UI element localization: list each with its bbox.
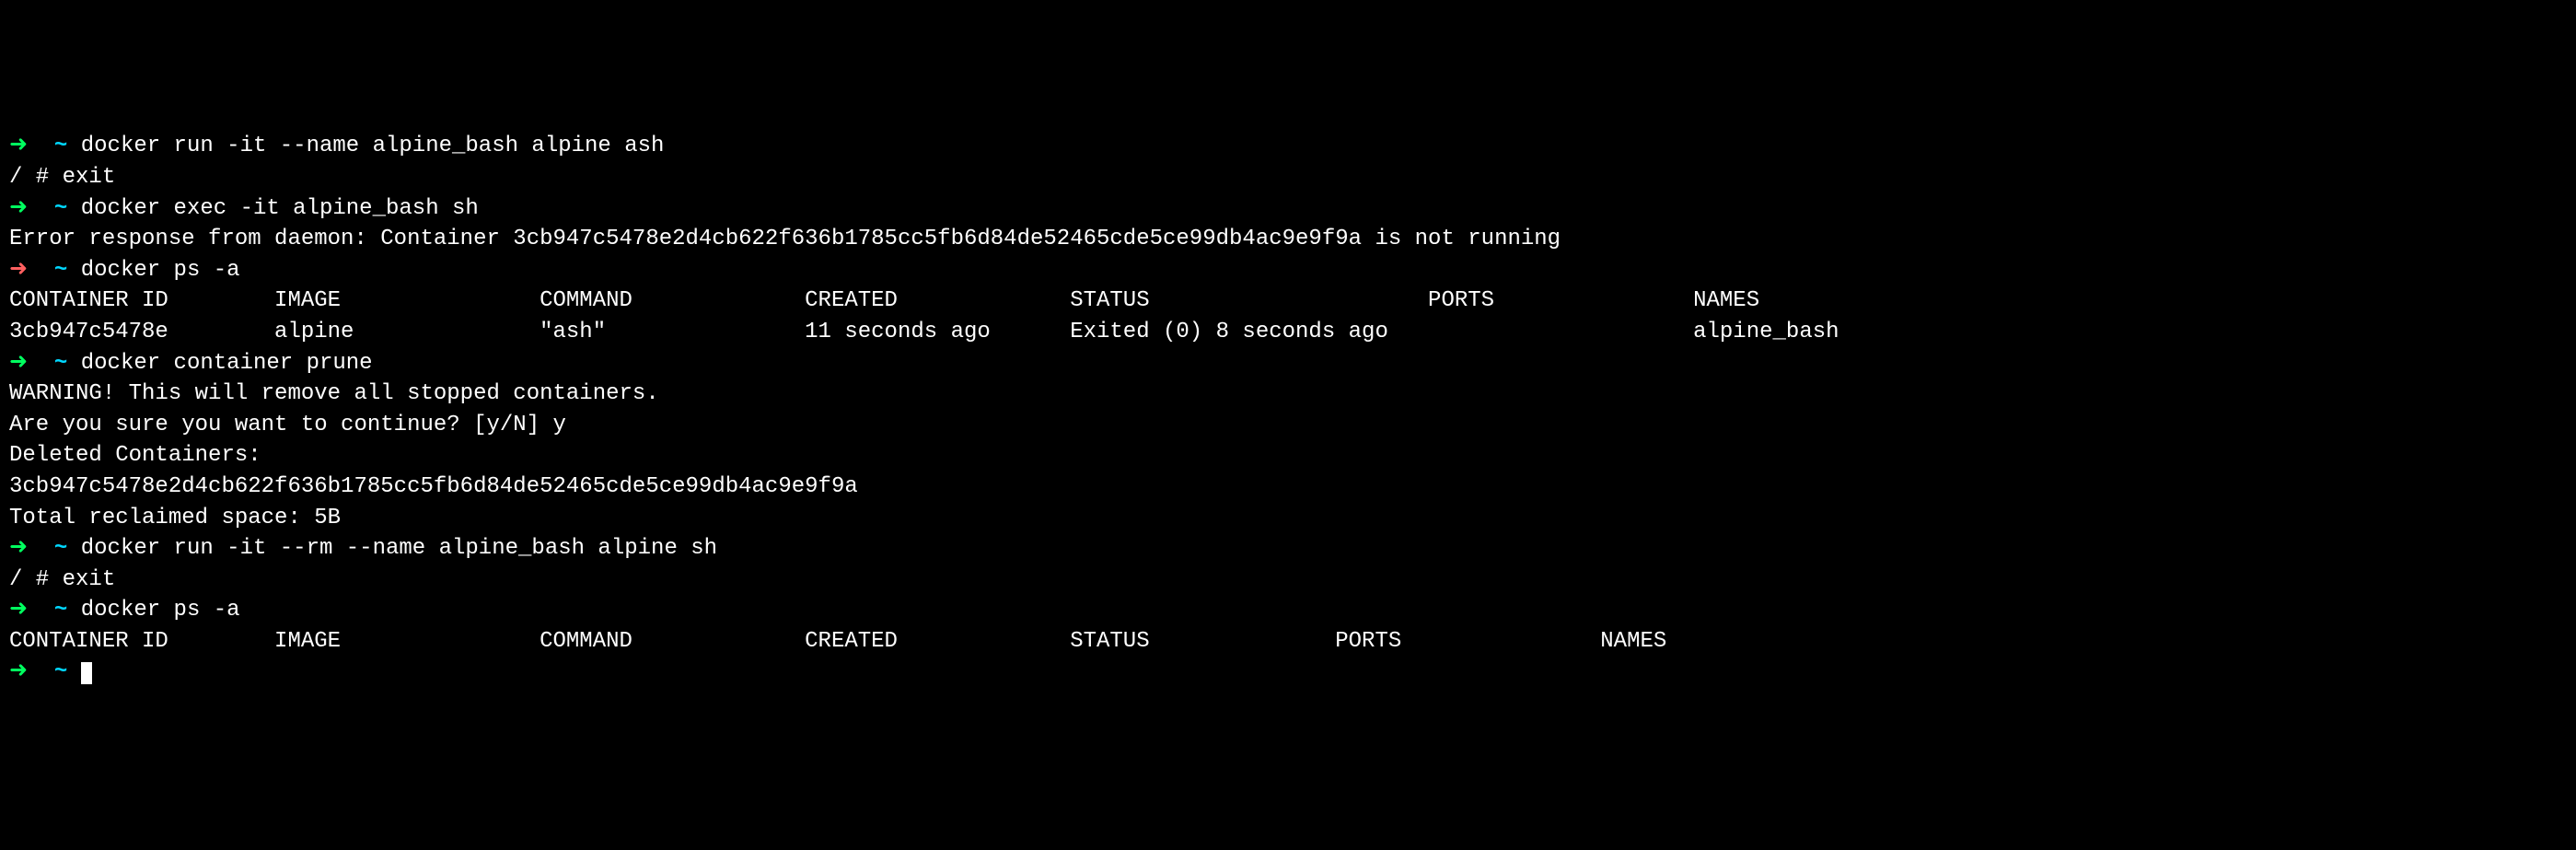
terminal-line: ➜ ~ docker run -it --name alpine_bash al…: [9, 131, 2567, 162]
output-text: CONTAINER ID IMAGE COMMAND CREATED STATU…: [9, 629, 1666, 654]
prompt-cwd: ~: [54, 536, 67, 561]
output-text: CONTAINER ID IMAGE COMMAND CREATED STATU…: [9, 288, 1759, 313]
terminal-line: ➜ ~ docker ps -a: [9, 255, 2567, 286]
prompt-arrow-icon: ➜: [9, 351, 28, 376]
terminal-line: ➜ ~ docker exec -it alpine_bash sh: [9, 193, 2567, 225]
terminal-line: WARNING! This will remove all stopped co…: [9, 378, 2567, 410]
output-text: WARNING! This will remove all stopped co…: [9, 381, 659, 406]
terminal-line: ➜ ~ docker container prune: [9, 348, 2567, 379]
terminal-line: Are you sure you want to continue? [y/N]…: [9, 410, 2567, 441]
prompt-cwd: ~: [54, 598, 67, 623]
output-text: / # exit: [9, 165, 115, 190]
output-text: Total reclaimed space: 5B: [9, 506, 341, 530]
terminal-line: / # exit: [9, 565, 2567, 596]
command-text: docker exec -it alpine_bash sh: [81, 196, 479, 221]
prompt-arrow-icon: ➜: [9, 196, 28, 221]
terminal-line: ➜ ~ docker ps -a: [9, 595, 2567, 626]
output-text: 3cb947c5478e alpine "ash" 11 seconds ago…: [9, 320, 1839, 344]
prompt-cwd: ~: [54, 659, 67, 684]
prompt-arrow-icon: ➜: [9, 598, 28, 623]
command-text: docker run -it --rm --name alpine_bash a…: [81, 536, 717, 561]
prompt-cwd: ~: [54, 196, 67, 221]
terminal-line: Deleted Containers:: [9, 440, 2567, 472]
output-text: Error response from daemon: Container 3c…: [9, 227, 1561, 251]
terminal-line: CONTAINER ID IMAGE COMMAND CREATED STATU…: [9, 285, 2567, 317]
prompt-arrow-icon: ➜: [9, 134, 28, 158]
terminal-line: Total reclaimed space: 5B: [9, 503, 2567, 534]
command-text: docker ps -a: [81, 258, 240, 283]
prompt-arrow-icon: ➜: [9, 659, 28, 684]
output-text: Are you sure you want to continue? [y/N]…: [9, 413, 566, 437]
terminal-line: CONTAINER ID IMAGE COMMAND CREATED STATU…: [9, 626, 2567, 658]
command-text: docker ps -a: [81, 598, 240, 623]
terminal-line: ➜ ~ docker run -it --rm --name alpine_ba…: [9, 533, 2567, 565]
output-text: 3cb947c5478e2d4cb622f636b1785cc5fb6d84de…: [9, 474, 858, 499]
command-text: docker run -it --name alpine_bash alpine…: [81, 134, 665, 158]
output-text: Deleted Containers:: [9, 443, 261, 468]
command-text: docker container prune: [81, 351, 373, 376]
terminal-output[interactable]: ➜ ~ docker run -it --name alpine_bash al…: [9, 131, 2567, 688]
prompt-arrow-icon: ➜: [9, 258, 28, 283]
terminal-line: Error response from daemon: Container 3c…: [9, 224, 2567, 255]
terminal-line: 3cb947c5478e alpine "ash" 11 seconds ago…: [9, 317, 2567, 348]
terminal-line: ➜ ~: [9, 657, 2567, 688]
prompt-cwd: ~: [54, 351, 67, 376]
cursor[interactable]: [81, 662, 92, 684]
prompt-cwd: ~: [54, 134, 67, 158]
prompt-cwd: ~: [54, 258, 67, 283]
prompt-arrow-icon: ➜: [9, 536, 28, 561]
terminal-line: / # exit: [9, 162, 2567, 193]
output-text: / # exit: [9, 567, 115, 592]
terminal-line: 3cb947c5478e2d4cb622f636b1785cc5fb6d84de…: [9, 472, 2567, 503]
